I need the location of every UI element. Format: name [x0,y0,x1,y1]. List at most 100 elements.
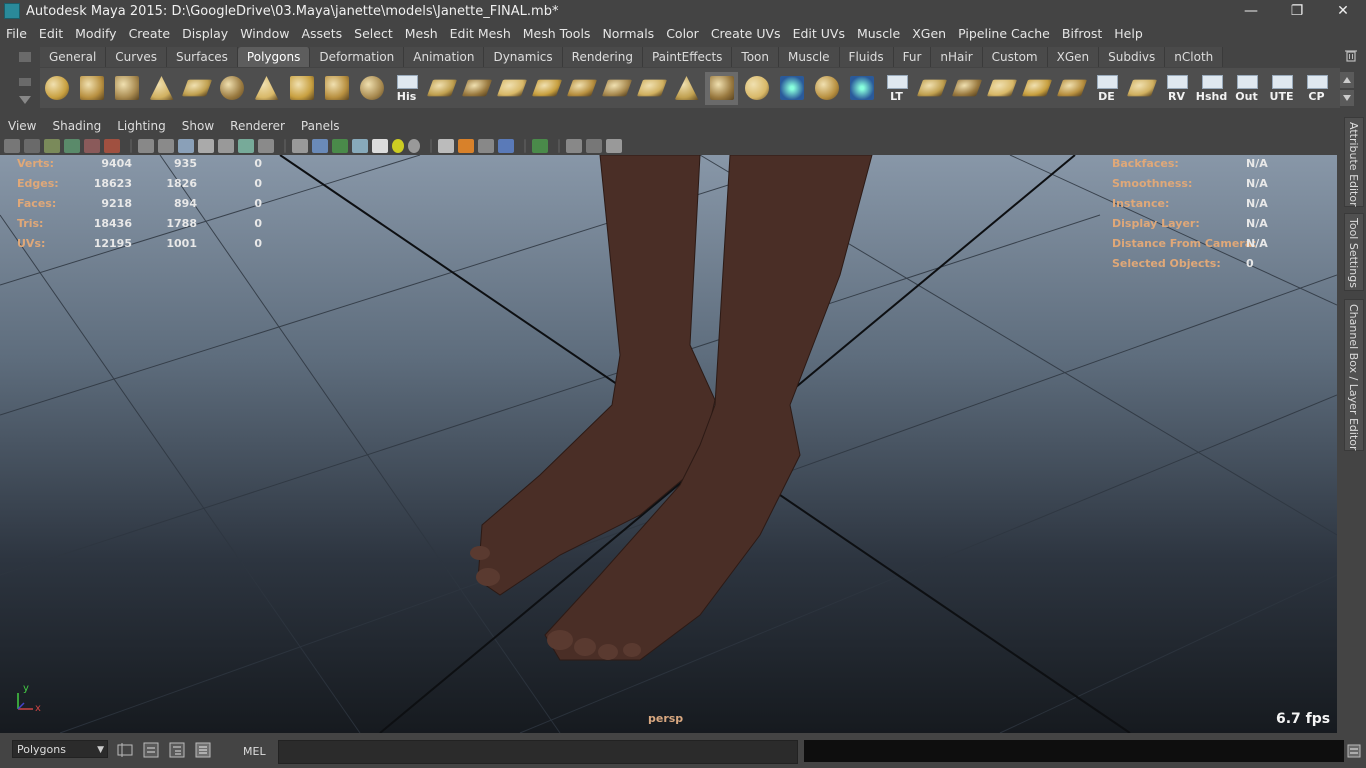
shelf-tab-polygons[interactable]: Polygons [237,47,311,67]
mel-label[interactable]: MEL [243,745,266,758]
smooth-shade-icon[interactable] [312,138,328,153]
transfer-attributes-icon[interactable] [845,72,878,105]
viewport-menu-lighting[interactable]: Lighting [109,119,174,133]
uv-spherical-icon[interactable] [985,72,1018,105]
poly-pipe-icon[interactable] [285,72,318,105]
image-plane-icon[interactable] [64,138,80,153]
menu-create-uvs[interactable]: Create UVs [705,26,787,41]
menu-edit-uvs[interactable]: Edit UVs [787,26,851,41]
outliner-icon[interactable] [167,740,187,760]
bevel-icon[interactable] [635,72,668,105]
poly-helix-icon[interactable] [320,72,353,105]
menu-mesh[interactable]: Mesh [399,26,444,41]
poly-soccerball-icon[interactable] [355,72,388,105]
snap-toggle-icon[interactable] [115,740,135,760]
cp-icon[interactable]: CP [1300,72,1333,105]
shelf-tab-fur[interactable]: Fur [893,47,932,67]
split-polygon-icon[interactable] [530,72,563,105]
camera-attributes-icon[interactable] [24,138,40,153]
screen-space-ao-icon[interactable] [438,138,454,153]
uv-automatic-icon[interactable] [1020,72,1053,105]
shelf-tab-ncloth[interactable]: nCloth [1165,47,1224,67]
tab-channel-box[interactable]: Channel Box / Layer Editor [1344,299,1364,451]
uv-layout-icon[interactable] [1055,72,1088,105]
shelf-tab-curves[interactable]: Curves [106,47,167,67]
grid-icon[interactable] [138,138,154,153]
sculpt-icon[interactable] [670,72,703,105]
poly-torus-icon[interactable] [215,72,248,105]
shelf-tab-toon[interactable]: Toon [732,47,780,67]
perspective-viewport[interactable]: Verts: 9404 935 0 Edges: 18623 1826 0 Faces: 9218… [0,155,1337,733]
depth-of-field-icon[interactable] [498,138,514,153]
paint-tool-icon[interactable] [705,71,738,105]
menu-assets[interactable]: Assets [295,26,348,41]
poly-sphere-icon[interactable] [40,72,73,105]
film-gate-icon[interactable] [158,138,174,153]
uv-planar-icon[interactable] [915,72,948,105]
uv-cylindrical-icon[interactable] [950,72,983,105]
rv-icon[interactable]: RV [1160,72,1193,105]
menu-window[interactable]: Window [234,26,295,41]
shelf-tab-rendering[interactable]: Rendering [562,47,643,67]
menu-bifrost[interactable]: Bifrost [1056,26,1108,41]
menu-edit[interactable]: Edit [33,26,69,41]
poly-cylinder-icon[interactable] [110,72,143,105]
viewport-menu-view[interactable]: View [0,119,44,133]
script-editor-icon[interactable] [141,740,161,760]
grease-pencil-icon[interactable] [84,138,100,153]
shelf-tab-surfaces[interactable]: Surfaces [166,47,238,67]
menu-display[interactable]: Display [176,26,234,41]
menu-select[interactable]: Select [348,26,399,41]
uv-editor-icon[interactable] [1125,72,1158,105]
hshd-icon[interactable]: Hshd [1195,72,1228,105]
smooth-mesh-icon[interactable] [740,72,773,105]
share-icon[interactable] [606,138,622,153]
out-icon[interactable]: Out [1230,72,1263,105]
soft-select-icon[interactable] [775,72,808,105]
menu-file[interactable]: File [0,26,33,41]
menu-edit-mesh[interactable]: Edit Mesh [444,26,517,41]
shelf-tab-muscle[interactable]: Muscle [779,47,840,67]
menu-modify[interactable]: Modify [69,26,122,41]
layout-icon[interactable] [193,740,213,760]
xray-icon[interactable] [566,138,582,153]
viewport-menu-shading[interactable]: Shading [44,119,109,133]
menu-xgen[interactable]: XGen [906,26,952,41]
bridge-icon[interactable] [460,72,493,105]
menu-muscle[interactable]: Muscle [851,26,906,41]
poly-plane-icon[interactable] [180,72,213,105]
wireframe-icon[interactable] [292,138,308,153]
shelf-tab-fluids[interactable]: Fluids [839,47,894,67]
append-polygon-icon[interactable] [495,72,528,105]
safe-title-icon[interactable] [258,138,274,153]
viewport-menu-show[interactable]: Show [174,119,222,133]
2d-pan-zoom-icon[interactable] [104,138,120,153]
script-editor-button-icon[interactable] [1347,744,1361,758]
motion-blur-icon[interactable] [458,138,474,153]
history-icon[interactable]: His [390,72,423,105]
viewport-menu-renderer[interactable]: Renderer [222,119,293,133]
shelf-tab-painteffects[interactable]: PaintEffects [642,47,733,67]
display-edges-icon[interactable]: DE [1090,72,1123,105]
shelf-tab-general[interactable]: General [40,47,107,67]
poly-cube-icon[interactable] [75,72,108,105]
tab-attribute-editor[interactable]: Attribute Editor [1344,117,1364,207]
menu-mesh-tools[interactable]: Mesh Tools [517,26,597,41]
poly-pyramid-icon[interactable] [250,72,283,105]
select-camera-icon[interactable] [4,138,20,153]
menu-set-dropdown[interactable]: Polygons ▼ [12,740,108,758]
shelf-tab-animation[interactable]: Animation [404,47,485,67]
gate-mask-icon[interactable] [198,138,214,153]
shelf-tab-dynamics[interactable]: Dynamics [484,47,563,67]
insert-edge-loop-icon[interactable] [565,72,598,105]
lights-icon[interactable] [392,138,404,153]
safe-action-icon[interactable] [238,138,254,153]
wireframe-on-shaded-icon[interactable] [332,138,348,153]
checker-icon[interactable] [372,138,388,153]
shelf-tab-nhair[interactable]: nHair [931,47,983,67]
snap-rotate-icon[interactable] [810,72,843,105]
field-chart-icon[interactable] [218,138,234,153]
poly-cone-icon[interactable] [145,72,178,105]
menu-pipeline-cache[interactable]: Pipeline Cache [952,26,1056,41]
menu-color[interactable]: Color [660,26,705,41]
